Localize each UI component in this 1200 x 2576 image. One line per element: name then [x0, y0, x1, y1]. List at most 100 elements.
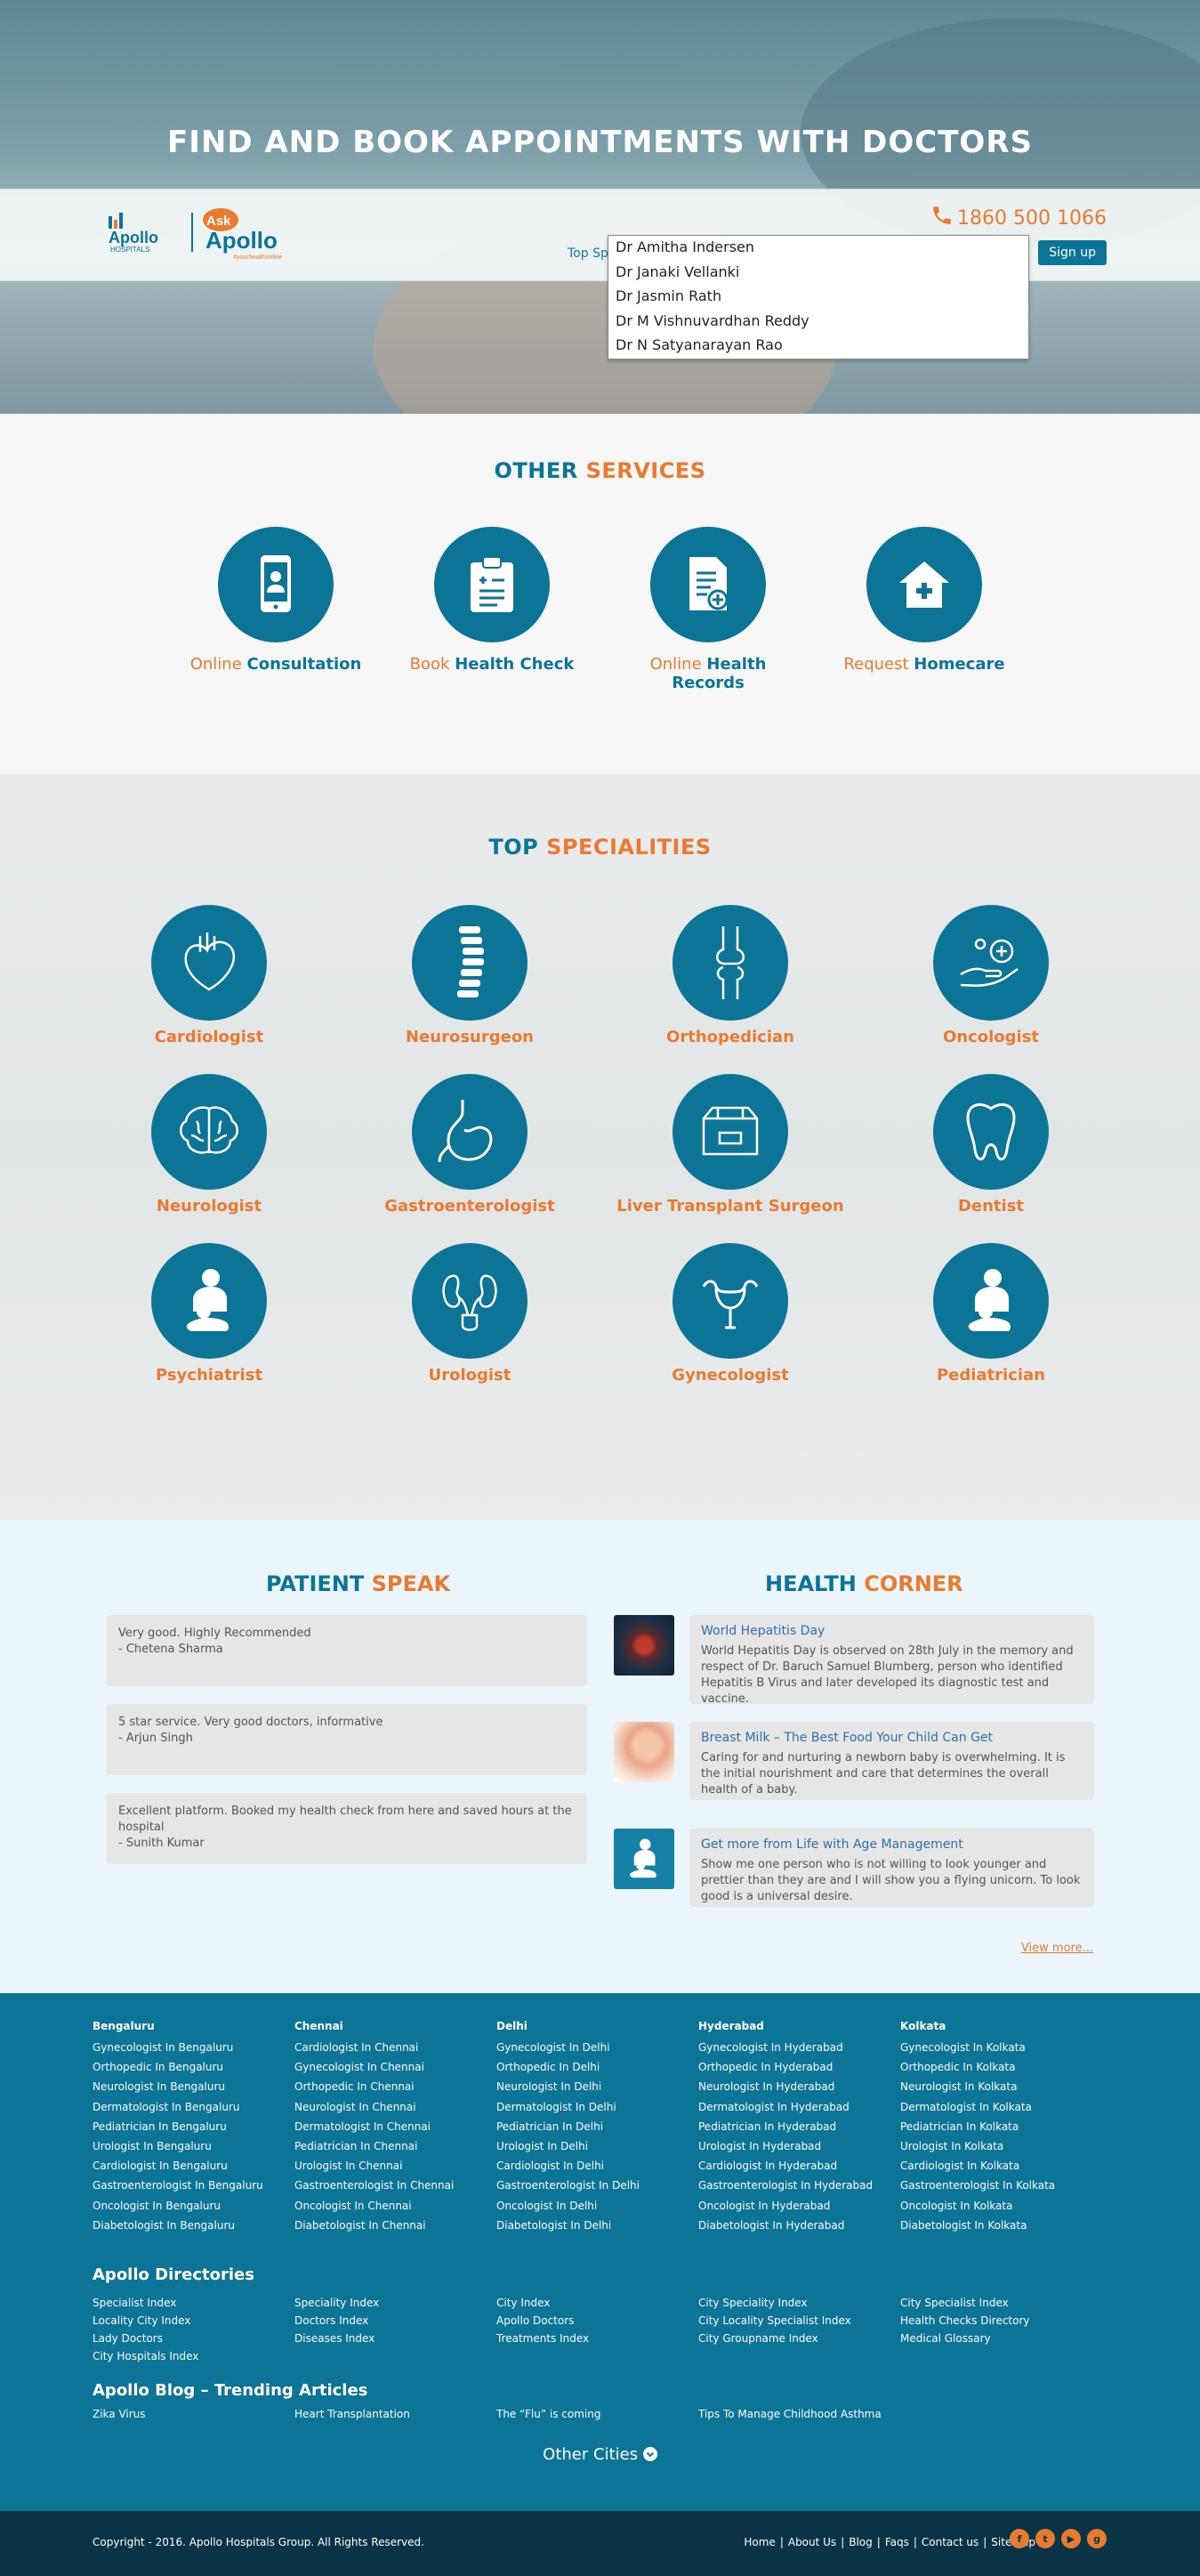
footer-city-link[interactable]: Pediatrician In Chennai	[294, 2136, 497, 2156]
footer-city-link[interactable]: Oncologist In Chennai	[294, 2196, 497, 2216]
footer-city-link[interactable]: Cardiologist In Hyderabad	[698, 2156, 901, 2176]
speciality-pediatrician[interactable]: Pediatrician	[875, 1243, 1107, 1385]
footer-city-link[interactable]: Gastroenterologist In Kolkata	[900, 2176, 1103, 2195]
directory-link[interactable]: Medical Glossary	[900, 2330, 1103, 2347]
suggestion-item[interactable]: Dr N Satyanarayan Rao	[608, 334, 1028, 359]
suggestion-item[interactable]: Dr M Vishnuvardhan Reddy	[608, 310, 1028, 335]
speciality-gynecologist[interactable]: Gynecologist	[615, 1243, 846, 1385]
directory-link[interactable]: City Specialist Index	[900, 2294, 1103, 2312]
footer-city-link[interactable]: Cardiologist In Bengaluru	[93, 2156, 295, 2176]
service-online-health-records[interactable]: Online Health Records	[619, 527, 797, 692]
top-specialities-link[interactable]: Top Sp	[568, 246, 608, 261]
footer-city-link[interactable]: Dermatologist In Chennai	[294, 2117, 497, 2136]
footer-city-link[interactable]: Diabetologist In Delhi	[496, 2216, 699, 2235]
footer-city-link[interactable]: Orthopedic In Bengaluru	[93, 2057, 295, 2077]
footer-city-link[interactable]: Oncologist In Kolkata	[900, 2196, 1103, 2216]
service-book-health-check[interactable]: Book Health Check	[403, 527, 581, 674]
footer-city-link[interactable]: Gastroenterologist In Bengaluru	[93, 2176, 295, 2195]
helpline[interactable]: 1860 500 1066	[930, 204, 1107, 232]
service-request-homecare[interactable]: Request Homecare	[835, 527, 1013, 674]
footer-city-link[interactable]: Oncologist In Hyderabad	[698, 2196, 901, 2216]
footer-city-link[interactable]: Oncologist In Bengaluru	[93, 2196, 295, 2216]
blog-article-link[interactable]: Tips To Manage Childhood Asthma	[698, 2408, 901, 2420]
footer-city-link[interactable]: Diabetologist In Kolkata	[900, 2216, 1103, 2235]
view-more-link[interactable]: View more...	[1021, 1942, 1093, 1955]
footer-city-link[interactable]: Dermatologist In Bengaluru	[93, 2097, 295, 2117]
bottom-link[interactable]: Faqs	[885, 2536, 909, 2548]
footer-city-link[interactable]: Orthopedic In Delhi	[496, 2057, 699, 2077]
footer-city-link[interactable]: Pediatrician In Delhi	[496, 2117, 699, 2136]
speciality-neurologist[interactable]: Neurologist	[93, 1074, 325, 1215]
service-online-consultation[interactable]: Online Consultation	[187, 527, 365, 674]
directory-link[interactable]: Diseases Index	[294, 2330, 497, 2347]
bottom-link[interactable]: Blog	[849, 2536, 873, 2548]
speciality-oncologist[interactable]: Oncologist	[875, 905, 1107, 1046]
footer-city-link[interactable]: Gynecologist In Kolkata	[900, 2038, 1103, 2057]
footer-city-link[interactable]: Urologist In Kolkata	[900, 2136, 1103, 2156]
footer-city-link[interactable]: Gynecologist In Chennai	[294, 2057, 497, 2077]
facebook-icon[interactable]: f	[1010, 2529, 1029, 2548]
footer-city-link[interactable]: Diabetologist In Chennai	[294, 2216, 497, 2235]
speciality-cardiologist[interactable]: Cardiologist	[93, 905, 325, 1046]
footer-city-link[interactable]: Neurologist In Hyderabad	[698, 2077, 901, 2096]
footer-city-link[interactable]: Cardiologist In Chennai	[294, 2038, 497, 2057]
bottom-link[interactable]: About Us	[788, 2536, 836, 2548]
bottom-link[interactable]: Home	[744, 2536, 775, 2548]
suggestion-item[interactable]: Dr Amitha Indersen	[608, 236, 1028, 261]
suggestion-item[interactable]: Dr Jasmin Rath	[608, 285, 1028, 310]
footer-city-link[interactable]: Diabetologist In Hyderabad	[698, 2216, 901, 2235]
article-title-link[interactable]: World Hepatitis Day	[701, 1624, 1083, 1638]
blog-article-link[interactable]: Heart Transplantation	[294, 2408, 497, 2420]
blog-article-link[interactable]: Zika Virus	[93, 2408, 295, 2420]
footer-city-link[interactable]: Neurologist In Kolkata	[900, 2077, 1103, 2096]
footer-city-link[interactable]: Gynecologist In Bengaluru	[93, 2038, 295, 2057]
directory-link[interactable]: Apollo Doctors	[496, 2312, 699, 2330]
footer-city-link[interactable]: Diabetologist In Bengaluru	[93, 2216, 295, 2235]
signup-button[interactable]: Sign up	[1038, 240, 1107, 265]
directory-link[interactable]: City Index	[496, 2294, 699, 2312]
speciality-neurosurgeon[interactable]: Neurosurgeon	[354, 905, 585, 1046]
article-title-link[interactable]: Breast Milk – The Best Food Your Child C…	[701, 1731, 1083, 1745]
footer-city-link[interactable]: Urologist In Hyderabad	[698, 2136, 901, 2156]
speciality-dentist[interactable]: Dentist	[875, 1074, 1107, 1215]
directory-link[interactable]: City Speciality Index	[698, 2294, 901, 2312]
footer-city-link[interactable]: Neurologist In Delhi	[496, 2077, 699, 2096]
speciality-psychiatrist[interactable]: Psychiatrist	[93, 1243, 325, 1385]
footer-city-link[interactable]: Gastroenterologist In Delhi	[496, 2176, 699, 2195]
footer-city-link[interactable]: Dermatologist In Kolkata	[900, 2097, 1103, 2117]
speciality-liver-transplant-surgeon[interactable]: Liver Transplant Surgeon	[615, 1074, 846, 1215]
footer-city-link[interactable]: Gynecologist In Hyderabad	[698, 2038, 901, 2057]
blog-article-link[interactable]: The “Flu” is coming	[496, 2408, 699, 2420]
article-title-link[interactable]: Get more from Life with Age Management	[701, 1837, 1083, 1852]
speciality-orthopedician[interactable]: Orthopedician	[615, 905, 846, 1046]
speciality-gastroenterologist[interactable]: Gastroenterologist	[354, 1074, 585, 1215]
twitter-icon[interactable]: t	[1035, 2529, 1055, 2548]
directory-link[interactable]: Lady Doctors	[93, 2330, 295, 2347]
footer-city-link[interactable]: Pediatrician In Hyderabad	[698, 2117, 901, 2136]
directory-link[interactable]: City Hospitals Index	[93, 2347, 295, 2365]
other-cities-toggle[interactable]: Other Cities	[0, 2445, 1200, 2466]
directory-link[interactable]: Specialist Index	[93, 2294, 295, 2312]
footer-city-link[interactable]: Gastroenterologist In Hyderabad	[698, 2176, 901, 2195]
suggestion-item[interactable]: Dr Janaki Vellanki	[608, 261, 1028, 286]
directory-link[interactable]: City Groupname Index	[698, 2330, 901, 2347]
footer-city-link[interactable]: Gastroenterologist In Chennai	[294, 2176, 497, 2195]
footer-city-link[interactable]: Dermatologist In Hyderabad	[698, 2097, 901, 2117]
directory-link[interactable]: Treatments Index	[496, 2330, 699, 2347]
footer-city-link[interactable]: Neurologist In Bengaluru	[93, 2077, 295, 2096]
footer-city-link[interactable]: Cardiologist In Delhi	[496, 2156, 699, 2176]
footer-city-link[interactable]: Oncologist In Delhi	[496, 2196, 699, 2216]
footer-city-link[interactable]: Orthopedic In Kolkata	[900, 2057, 1103, 2077]
footer-city-link[interactable]: Urologist In Chennai	[294, 2156, 497, 2176]
footer-city-link[interactable]: Orthopedic In Chennai	[294, 2077, 497, 2096]
footer-city-link[interactable]: Urologist In Bengaluru	[93, 2136, 295, 2156]
directory-link[interactable]: Locality City Index	[93, 2312, 295, 2330]
footer-city-link[interactable]: Orthopedic In Hyderabad	[698, 2057, 901, 2077]
directory-link[interactable]: Health Checks Directory	[900, 2312, 1103, 2330]
footer-city-link[interactable]: Pediatrician In Kolkata	[900, 2117, 1103, 2136]
google-plus-icon[interactable]: g	[1087, 2529, 1107, 2548]
bottom-link[interactable]: Contact us	[922, 2536, 979, 2548]
footer-city-link[interactable]: Urologist In Delhi	[496, 2136, 699, 2156]
directory-link[interactable]: Speciality Index	[294, 2294, 497, 2312]
footer-city-link[interactable]: Dermatologist In Delhi	[496, 2097, 699, 2117]
